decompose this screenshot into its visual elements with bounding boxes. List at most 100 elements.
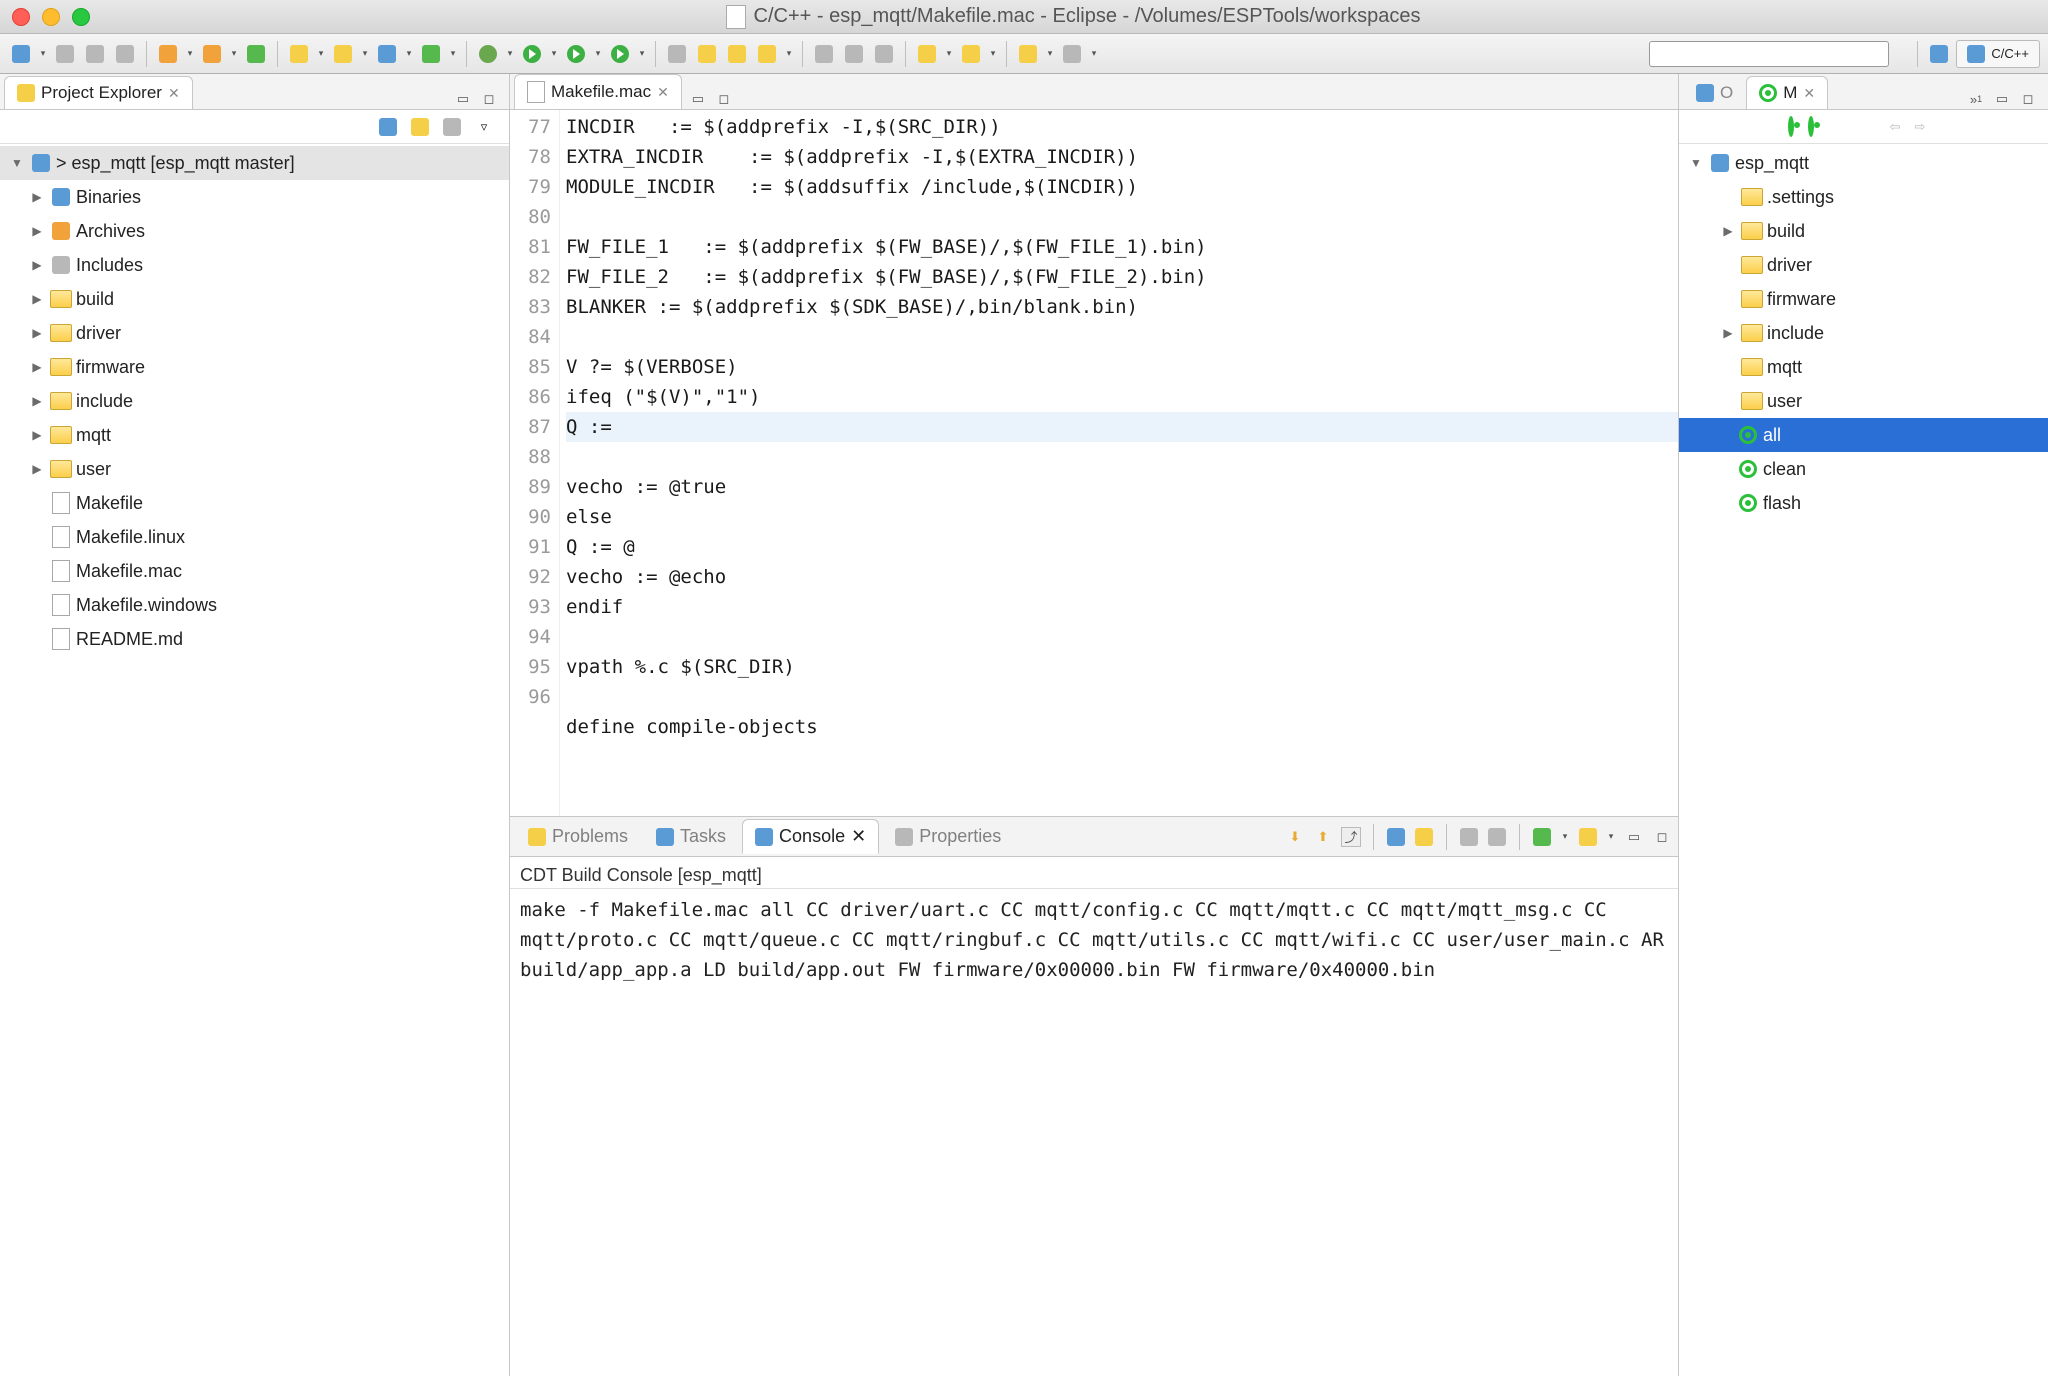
run-dropdown[interactable] bbox=[549, 48, 559, 59]
outline-folder[interactable]: user bbox=[1679, 384, 2048, 418]
new-class-button[interactable] bbox=[374, 41, 400, 67]
code-content[interactable]: INCDIR := $(addprefix -I,$(SRC_DIR)) EXT… bbox=[560, 110, 1678, 816]
console-output[interactable]: make -f Makefile.mac all CC driver/uart.… bbox=[510, 888, 1678, 1376]
tree-item[interactable]: Makefile.linux bbox=[0, 520, 509, 554]
prev-annotation-dropdown[interactable] bbox=[988, 48, 998, 59]
console-new-dropdown[interactable] bbox=[1606, 831, 1616, 842]
make-target[interactable]: all bbox=[1679, 418, 2048, 452]
minimize-view-button[interactable]: ▭ bbox=[453, 89, 473, 109]
next-annotation-dropdown[interactable] bbox=[944, 48, 954, 59]
perspective-switcher[interactable]: C/C++ bbox=[1956, 40, 2040, 68]
tree-item[interactable]: ▶include bbox=[0, 384, 509, 418]
external-run-button[interactable] bbox=[607, 41, 633, 67]
open-perspective-button[interactable] bbox=[1926, 41, 1952, 67]
tree-item[interactable]: ▶driver bbox=[0, 316, 509, 350]
make-target[interactable]: clean bbox=[1679, 452, 2048, 486]
tree-item[interactable]: ▶Binaries bbox=[0, 180, 509, 214]
show-whitespace-button[interactable] bbox=[871, 41, 897, 67]
maximize-window-button[interactable] bbox=[72, 8, 90, 26]
maximize-bottom-button[interactable]: ◻ bbox=[1652, 827, 1672, 847]
link-editor-button[interactable] bbox=[409, 116, 431, 138]
new-project-dropdown[interactable] bbox=[316, 48, 326, 59]
project-tree[interactable]: ▼ > esp_mqtt [esp_mqtt master] ▶Binaries… bbox=[0, 144, 509, 1376]
new-folder-dropdown[interactable] bbox=[360, 48, 370, 59]
debug-button[interactable] bbox=[475, 41, 501, 67]
save-all-button[interactable] bbox=[82, 41, 108, 67]
console-open-button[interactable] bbox=[1532, 827, 1552, 847]
make-targets-tab[interactable]: M ✕ bbox=[1746, 76, 1828, 109]
new-dropdown[interactable] bbox=[38, 48, 48, 59]
minimize-right-button[interactable]: ▭ bbox=[1992, 89, 2012, 109]
run-last-dropdown[interactable] bbox=[593, 48, 603, 59]
make-targets-tree[interactable]: ▼ esp_mqtt .settings▶builddriverfirmware… bbox=[1679, 144, 2048, 1376]
maximize-right-button[interactable]: ◻ bbox=[2018, 89, 2038, 109]
forward-dropdown[interactable] bbox=[1089, 48, 1099, 59]
open-task-button[interactable] bbox=[724, 41, 750, 67]
project-explorer-tab[interactable]: Project Explorer ✕ bbox=[4, 76, 193, 109]
make-target[interactable]: flash bbox=[1679, 486, 2048, 520]
next-annotation-button[interactable] bbox=[914, 41, 940, 67]
new-button[interactable] bbox=[8, 41, 34, 67]
new-project-button[interactable] bbox=[286, 41, 312, 67]
close-view-icon[interactable]: ✕ bbox=[168, 85, 180, 102]
build-target-button[interactable] bbox=[243, 41, 269, 67]
console-new-button[interactable] bbox=[1578, 827, 1598, 847]
outline-folder[interactable]: ▶build bbox=[1679, 214, 2048, 248]
toggle-mark-button[interactable] bbox=[811, 41, 837, 67]
outline-project-row[interactable]: ▼ esp_mqtt bbox=[1679, 146, 2048, 180]
build-dropdown[interactable] bbox=[229, 48, 239, 59]
maximize-view-button[interactable]: ◻ bbox=[479, 89, 499, 109]
close-maketargets-icon[interactable]: ✕ bbox=[1803, 85, 1815, 102]
forward-button[interactable] bbox=[1059, 41, 1085, 67]
console-up-button[interactable]: ⬆ bbox=[1313, 827, 1333, 847]
tree-item[interactable]: ▶firmware bbox=[0, 350, 509, 384]
console-open-dropdown[interactable] bbox=[1560, 831, 1570, 842]
outline-folder[interactable]: mqtt bbox=[1679, 350, 2048, 384]
outline-tab[interactable]: O bbox=[1683, 76, 1746, 109]
build-config-dropdown[interactable] bbox=[185, 48, 195, 59]
new-folder-button[interactable] bbox=[330, 41, 356, 67]
search-button[interactable] bbox=[754, 41, 780, 67]
close-console-icon[interactable]: ✕ bbox=[851, 826, 866, 847]
debug-dropdown[interactable] bbox=[505, 48, 515, 59]
prev-annotation-button[interactable] bbox=[958, 41, 984, 67]
console-remove-button[interactable] bbox=[1487, 827, 1507, 847]
tree-item[interactable]: Makefile.windows bbox=[0, 588, 509, 622]
forward-nav-button[interactable]: ⇨ bbox=[1915, 119, 1926, 135]
back-dropdown[interactable] bbox=[1045, 48, 1055, 59]
collapse-all-button[interactable] bbox=[377, 116, 399, 138]
tree-item[interactable]: README.md bbox=[0, 622, 509, 656]
view-menu-button[interactable]: ▿ bbox=[473, 116, 495, 138]
toggle-block-button[interactable] bbox=[841, 41, 867, 67]
minimize-editor-button[interactable]: ▭ bbox=[688, 89, 708, 109]
tree-item[interactable]: ▶mqtt bbox=[0, 418, 509, 452]
search-dropdown[interactable] bbox=[784, 48, 794, 59]
tree-item[interactable]: ▶Archives bbox=[0, 214, 509, 248]
console-down-button[interactable]: ⬇ bbox=[1285, 827, 1305, 847]
focus-task-button[interactable] bbox=[441, 116, 463, 138]
print-button[interactable] bbox=[112, 41, 138, 67]
tree-item[interactable]: Makefile.mac bbox=[0, 554, 509, 588]
open-type-button[interactable] bbox=[694, 41, 720, 67]
tree-item[interactable]: Makefile bbox=[0, 486, 509, 520]
save-button[interactable] bbox=[52, 41, 78, 67]
tree-item[interactable]: ▶user bbox=[0, 452, 509, 486]
back-button[interactable] bbox=[1015, 41, 1041, 67]
tab-properties[interactable]: Properties bbox=[883, 820, 1013, 853]
outline-folder[interactable]: .settings bbox=[1679, 180, 2048, 214]
outline-folder[interactable]: firmware bbox=[1679, 282, 2048, 316]
tab-problems[interactable]: Problems bbox=[516, 820, 640, 853]
build-config-button[interactable] bbox=[155, 41, 181, 67]
new-source-dropdown[interactable] bbox=[448, 48, 458, 59]
minimize-window-button[interactable] bbox=[42, 8, 60, 26]
profile-button[interactable] bbox=[664, 41, 690, 67]
add-target-button[interactable] bbox=[1788, 119, 1794, 134]
maximize-editor-button[interactable]: ◻ bbox=[714, 89, 734, 109]
console-display-button[interactable] bbox=[1386, 827, 1406, 847]
back-nav-button[interactable]: ⇦ bbox=[1890, 119, 1901, 135]
new-class-dropdown[interactable] bbox=[404, 48, 414, 59]
close-editor-icon[interactable]: ✕ bbox=[657, 84, 669, 101]
outline-folder[interactable]: ▶include bbox=[1679, 316, 2048, 350]
build-button[interactable] bbox=[199, 41, 225, 67]
console-clear-button[interactable] bbox=[1459, 827, 1479, 847]
